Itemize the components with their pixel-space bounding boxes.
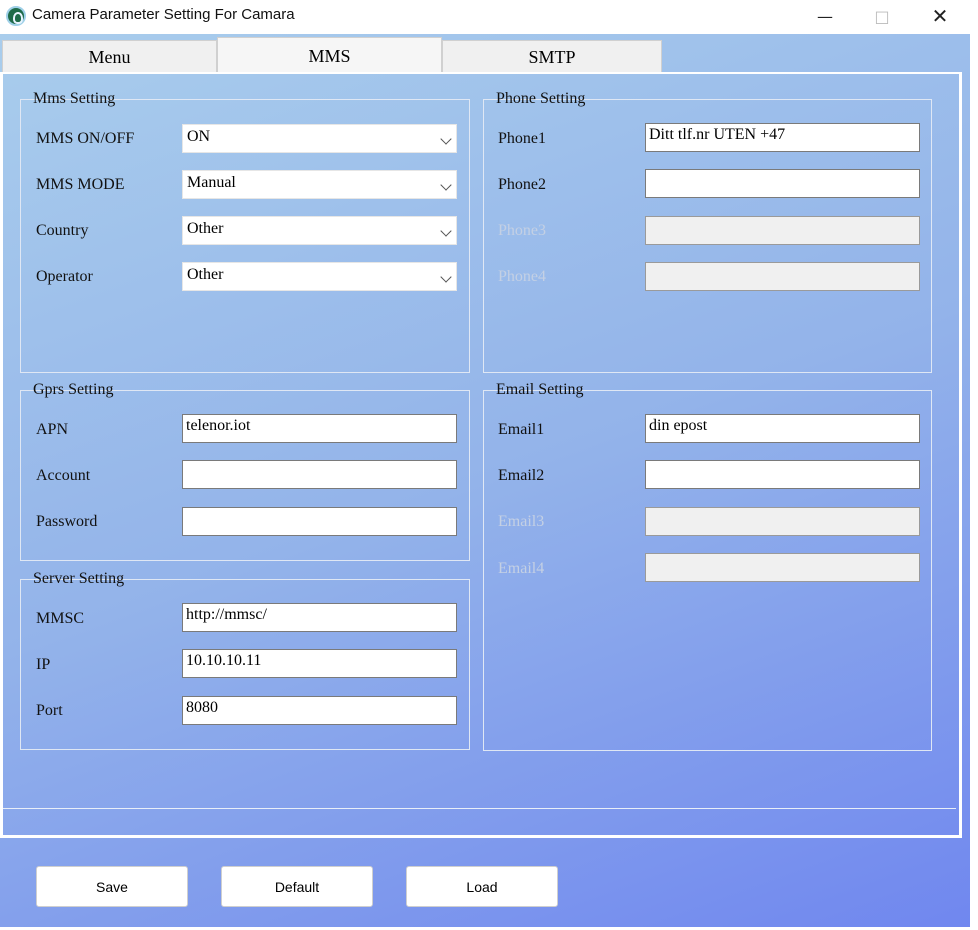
email4-label: Email4	[498, 560, 545, 577]
email3-input	[645, 507, 920, 536]
country-value: Other	[187, 220, 224, 237]
mms-onoff-value: ON	[187, 128, 211, 145]
chevron-down-icon	[440, 271, 452, 283]
email3-label: Email3	[498, 513, 545, 530]
phone-setting-title: Phone Setting	[496, 90, 586, 107]
chevron-down-icon	[440, 179, 452, 191]
phone1-label: Phone1	[498, 130, 546, 147]
mms-mode-value: Manual	[187, 174, 236, 191]
phone4-input	[645, 262, 920, 291]
email1-input[interactable]: din epost	[645, 414, 920, 443]
chevron-down-icon	[440, 133, 452, 145]
chevron-down-icon	[440, 225, 452, 237]
minimize-button[interactable]: —	[796, 0, 854, 32]
mms-mode-select[interactable]: Manual	[182, 170, 457, 199]
mms-onoff-select[interactable]: ON	[182, 124, 457, 153]
apn-label: APN	[36, 421, 69, 438]
email2-label: Email2	[498, 467, 545, 484]
ip-label: IP	[36, 656, 51, 673]
operator-label: Operator	[36, 268, 93, 285]
tab-smtp[interactable]: SMTP	[442, 40, 662, 74]
mmsc-label: MMSC	[36, 610, 85, 627]
window-title: Camera Parameter Setting For Camara	[32, 6, 295, 23]
phone2-input[interactable]	[645, 169, 920, 198]
port-label: Port	[36, 702, 63, 719]
apn-input[interactable]: telenor.iot	[182, 414, 457, 443]
password-label: Password	[36, 513, 98, 530]
email2-input[interactable]	[645, 460, 920, 489]
operator-select[interactable]: Other	[182, 262, 457, 291]
app-icon	[6, 6, 26, 26]
port-input[interactable]: 8080	[182, 696, 457, 725]
phone3-input	[645, 216, 920, 245]
phone1-input[interactable]: Ditt tlf.nr UTEN +47	[645, 123, 920, 152]
country-select[interactable]: Other	[182, 216, 457, 245]
server-setting-title: Server Setting	[33, 570, 125, 587]
mms-mode-label: MMS MODE	[36, 176, 125, 193]
phone2-label: Phone2	[498, 176, 546, 193]
account-input[interactable]	[182, 460, 457, 489]
gprs-setting-title: Gprs Setting	[33, 381, 114, 398]
close-button[interactable]: ✕	[911, 0, 969, 32]
operator-value: Other	[187, 266, 224, 283]
load-button[interactable]: Load	[406, 866, 558, 907]
tab-mms[interactable]: MMS	[217, 37, 442, 74]
panel-divider	[3, 808, 956, 809]
title-bar: Camera Parameter Setting For Camara — □ …	[0, 0, 978, 34]
tab-menu[interactable]: Menu	[2, 40, 217, 74]
mms-onoff-label: MMS ON/OFF	[36, 130, 135, 147]
maximize-button[interactable]: □	[853, 0, 911, 32]
email1-label: Email1	[498, 421, 545, 438]
country-label: Country	[36, 222, 89, 239]
account-label: Account	[36, 467, 91, 484]
save-button[interactable]: Save	[36, 866, 188, 907]
ip-input[interactable]: 10.10.10.11	[182, 649, 457, 678]
mms-setting-title: Mms Setting	[33, 90, 116, 107]
mmsc-input[interactable]: http://mmsc/	[182, 603, 457, 632]
email4-input	[645, 553, 920, 582]
phone4-label: Phone4	[498, 268, 546, 285]
default-button[interactable]: Default	[221, 866, 373, 907]
phone3-label: Phone3	[498, 222, 546, 239]
password-input[interactable]	[182, 507, 457, 536]
email-setting-title: Email Setting	[496, 381, 584, 398]
